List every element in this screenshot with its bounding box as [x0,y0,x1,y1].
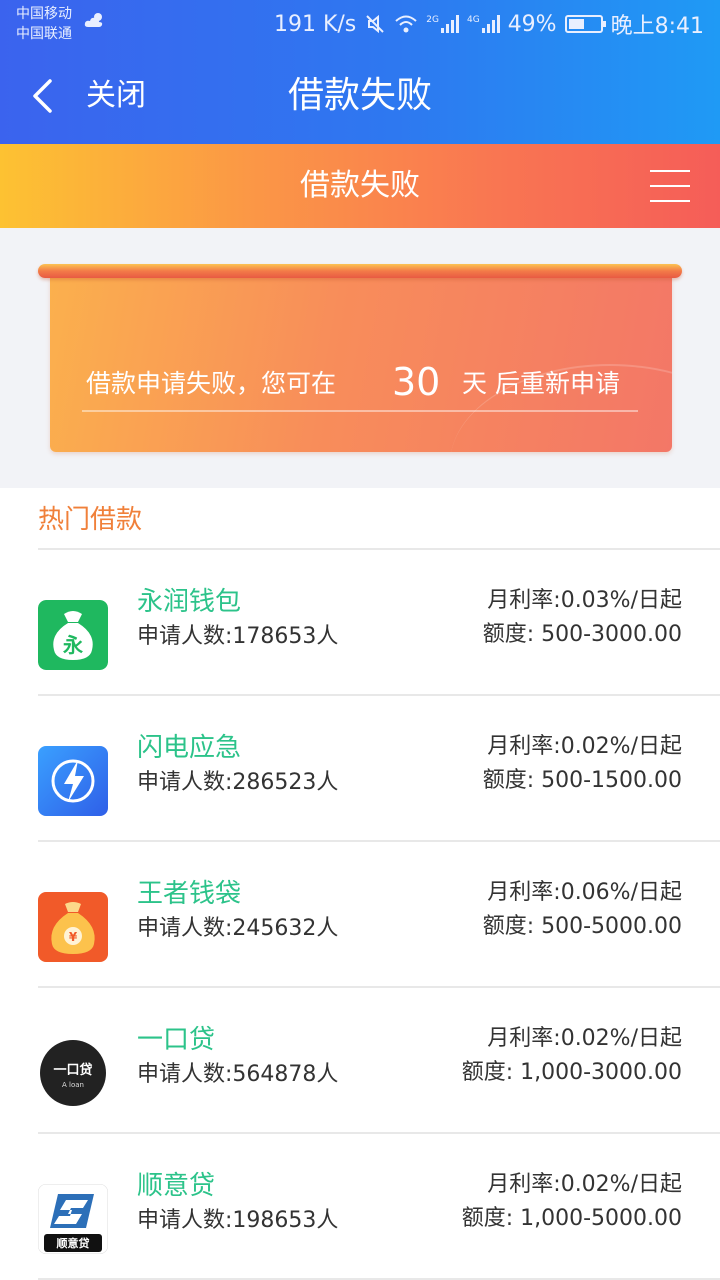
hot-loans-header: 热门借款 [38,488,720,550]
loan-applicants: 申请人数:564878人 [137,1062,339,1087]
header-banner: 借款失败 [0,144,720,228]
loan-item[interactable]: 永 永润钱包 申请人数:178653人 月利率:0.03%/日起 额度: 500… [38,550,720,696]
loan-item[interactable]: ¥ 王者钱袋 申请人数:245632人 月利率:0.06%/日起 额度: 500… [38,842,720,988]
loan-rate: 月利率:0.02%/日起 [487,1026,682,1051]
svg-text:¥: ¥ [69,930,78,944]
network-speed: 191 K/s [273,11,357,37]
loan-applicants: 申请人数:178653人 [137,624,339,649]
signal-bars-icon [481,15,500,33]
mute-icon [366,14,384,34]
svg-text:永: 永 [62,633,83,657]
loan-name: 闪电应急 [137,733,242,763]
notice-roller [38,264,682,278]
section-title: 热门借款 [38,505,143,535]
signal-2g: 2G [426,15,459,33]
top-bar: 中国移动 中国联通 191 K/s 2G 4G 49% 晚上8:41 关闭 借款… [0,0,720,144]
signal-4g-label: 4G [466,15,480,25]
loan-rate: 月利率:0.02%/日起 [487,734,682,759]
loan-applicants: 申请人数:245632人 [137,916,339,941]
battery-percent: 49% [507,11,557,37]
carrier-2: 中国联通 [16,26,72,42]
loan-limit: 额度: 500-5000.00 [482,914,682,939]
failure-message-prefix: 借款申请失败，您可在 [86,369,337,398]
signal-bars-icon [440,15,459,33]
loan-name: 永润钱包 [137,587,242,617]
banner-title: 借款失败 [300,168,420,203]
clock: 晚上8:41 [610,14,704,39]
loan-rate: 月利率:0.06%/日起 [487,880,682,905]
carrier-1: 中国移动 [16,6,72,22]
loan-limit: 额度: 500-3000.00 [482,622,682,647]
loan-applicants: 申请人数:286523人 [137,770,339,795]
carrier-info: 中国移动 中国联通 [16,4,72,44]
shunyidai-logo-icon: 顺意贷 [38,1184,108,1254]
loan-name: 顺意贷 [137,1171,216,1201]
cloudy-weather-icon [84,13,103,27]
loan-item[interactable]: 闪电应急 申请人数:286523人 月利率:0.02%/日起 额度: 500-1… [38,696,720,842]
loan-limit: 额度: 500-1500.00 [482,768,682,793]
loan-rate: 月利率:0.02%/日起 [487,1172,682,1197]
status-indicators: 191 K/s 2G 4G 49% 晚上8:41 [274,8,704,40]
loan-item[interactable]: 一口贷 A loan 一口贷 申请人数:564878人 月利率:0.02%/日起… [38,988,720,1134]
notice-area: 借款申请失败，您可在 30 天 后重新申请 [0,228,720,488]
loan-list: 永 永润钱包 申请人数:178653人 月利率:0.03%/日起 额度: 500… [0,550,720,1280]
svg-text:一口贷: 一口贷 [53,1062,92,1078]
svg-text:A loan: A loan [62,1081,84,1089]
signal-4g: 4G [467,15,500,33]
loan-limit: 额度: 1,000-3000.00 [461,1060,682,1085]
retry-days: 30 [392,360,441,404]
loan-name: 一口贷 [137,1025,216,1055]
wifi-icon [395,15,417,33]
hamburger-menu-icon[interactable] [650,170,690,202]
svg-text:顺意贷: 顺意贷 [57,1236,90,1250]
nav-bar: 关闭 借款失败 [0,48,720,144]
page-title: 借款失败 [287,75,432,116]
battery-icon [564,15,606,33]
loan-name: 王者钱袋 [137,879,242,909]
failure-message: 借款申请失败，您可在 30 天 后重新申请 [82,358,638,412]
failure-message-suffix: 天 后重新申请 [462,369,620,398]
status-bar: 中国移动 中国联通 191 K/s 2G 4G 49% 晚上8:41 [0,0,720,48]
money-bag-icon: ¥ [38,892,108,962]
yikoudai-logo-icon: 一口贷 A loan [38,1038,108,1108]
lightning-icon [38,746,108,816]
failure-notice-card: 借款申请失败，您可在 30 天 后重新申请 [50,274,672,452]
signal-2g-label: 2G [426,15,439,25]
loan-item[interactable]: 顺意贷 顺意贷 申请人数:198653人 月利率:0.02%/日起 额度: 1,… [38,1134,720,1280]
loan-limit: 额度: 1,000-5000.00 [461,1206,682,1231]
wallet-bag-icon: 永 [38,600,108,670]
loan-applicants: 申请人数:198653人 [137,1208,339,1233]
loan-rate: 月利率:0.03%/日起 [487,588,682,613]
